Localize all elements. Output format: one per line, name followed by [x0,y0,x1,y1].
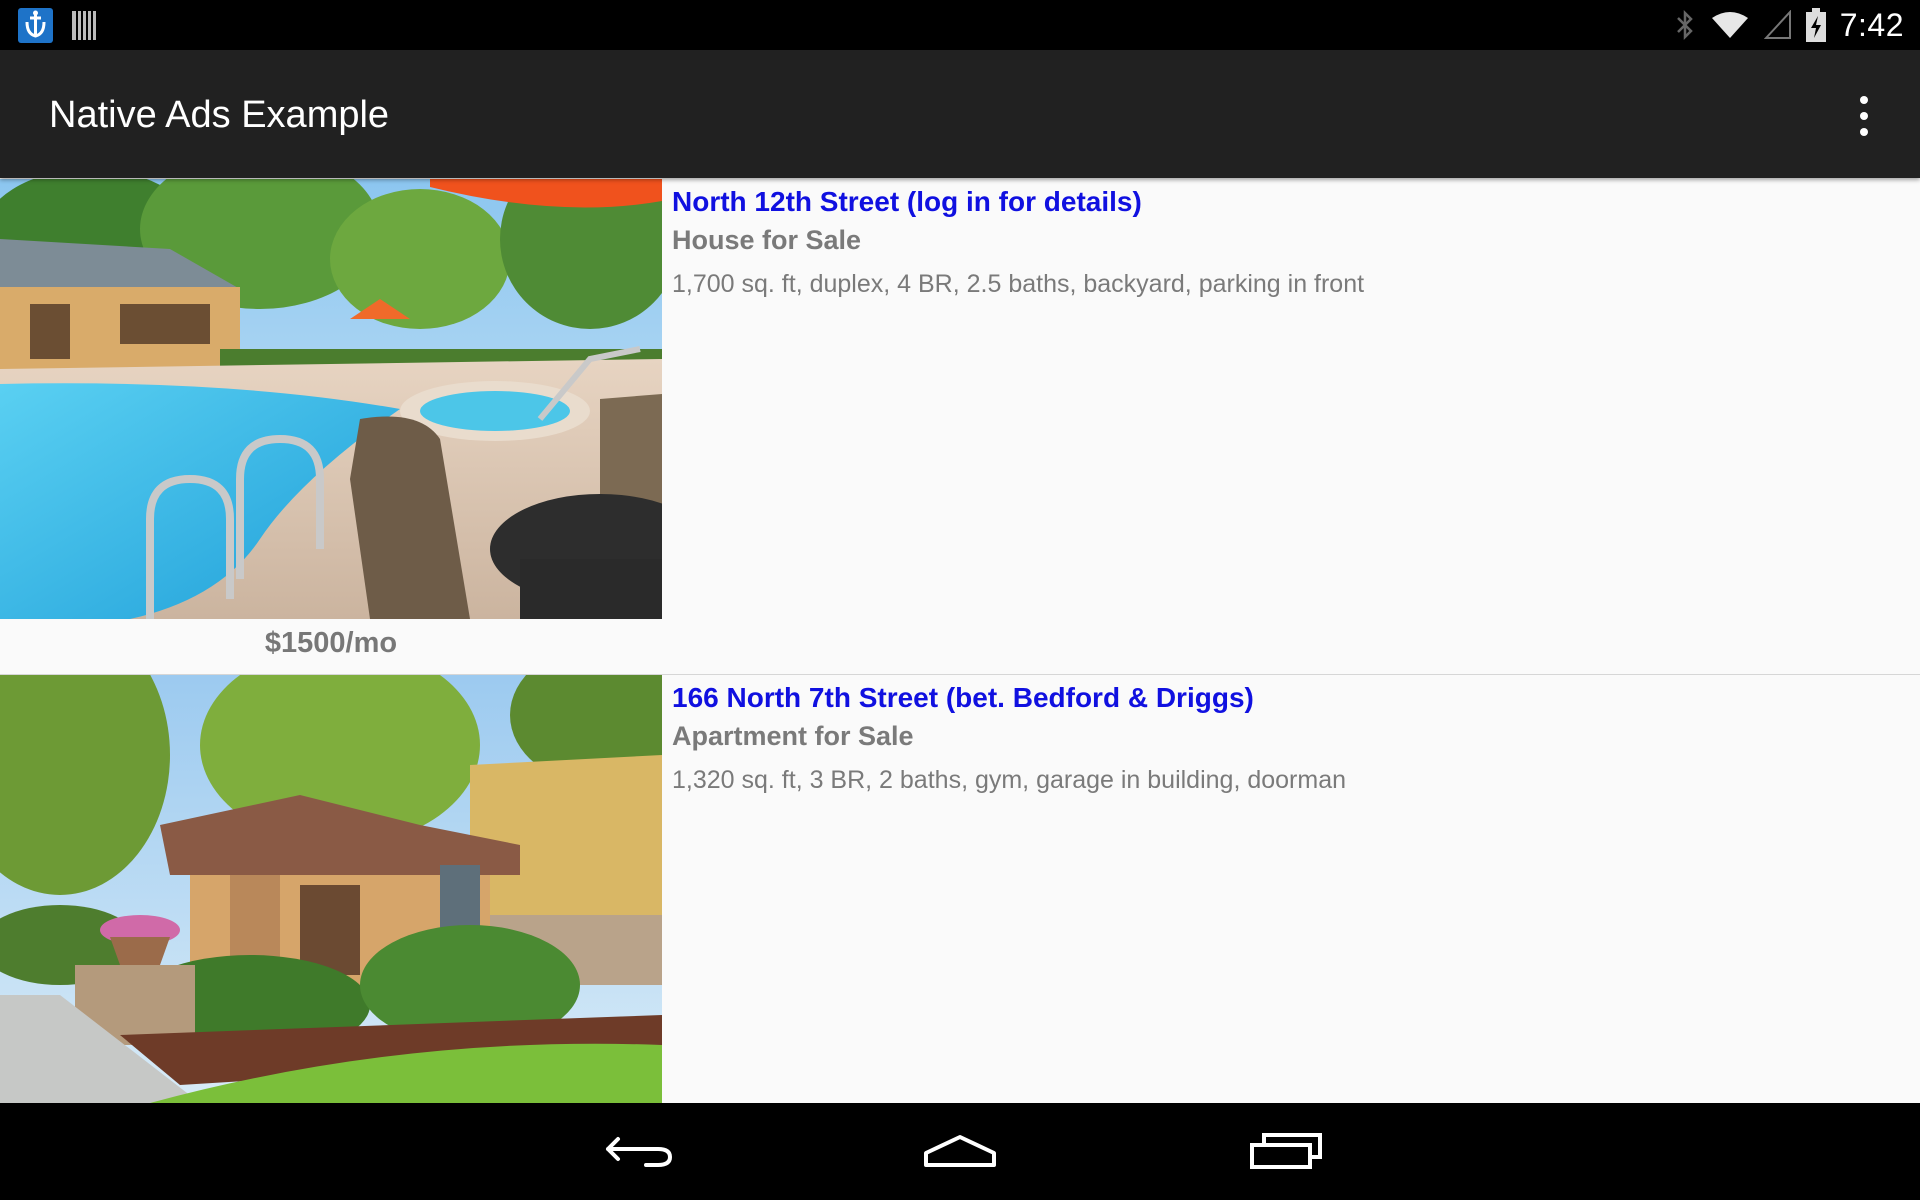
listing-description: 1,700 sq. ft, duplex, 4 BR, 2.5 baths, b… [672,270,1365,298]
listing-description: 1,320 sq. ft, 3 BR, 2 baths, gym, garage… [672,766,1347,794]
home-icon[interactable] [910,1121,1010,1181]
listing-info: North 12th Street (log in for details) H… [672,179,1900,302]
listing-subtitle: Apartment for Sale [672,721,914,751]
listing-info: 166 North 7th Street (bet. Bedford & Dri… [672,675,1900,798]
wifi-icon [1711,12,1748,38]
app-notification-icon [18,8,53,43]
overflow-menu-icon[interactable] [1836,88,1892,144]
signal-icon [1763,10,1791,39]
listing-title-link[interactable]: North 12th Street (log in for details) [672,182,1900,222]
bluetooth-icon [1676,9,1693,41]
listing-title-link[interactable]: 166 North 7th Street (bet. Bedford & Dri… [672,678,1900,718]
action-bar: Native Ads Example [0,50,1920,178]
back-icon[interactable] [586,1121,686,1181]
status-clock: 7:42 [1839,6,1904,43]
navigation-bar [0,1103,1920,1200]
listing-subtitle: House for Sale [672,225,862,255]
pool-patio-photo [0,179,662,619]
list-item[interactable]: 166 North 7th Street (bet. Bedford & Dri… [0,675,1920,1103]
list-item[interactable]: $1500/mo North 12th Street (log in for d… [0,179,1920,675]
recents-icon[interactable] [1236,1121,1336,1181]
house-garden-photo [0,675,662,1103]
battery-charging-icon [1805,8,1826,42]
barcode-icon [72,11,96,40]
app-title: Native Ads Example [49,94,390,136]
listing-price: $1500/mo [264,627,398,659]
status-bar: 7:42 [0,0,1920,50]
